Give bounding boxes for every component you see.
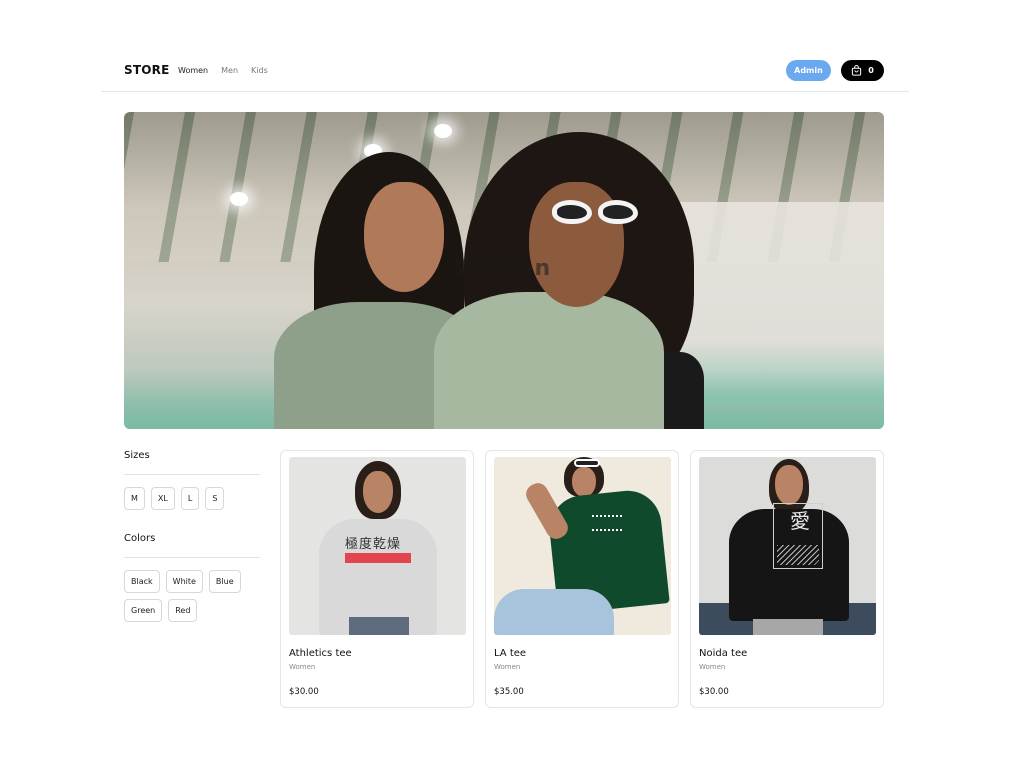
tee-print-glyph: 愛 bbox=[790, 509, 810, 533]
size-chip-l[interactable]: L bbox=[180, 487, 200, 510]
sunglasses bbox=[574, 459, 600, 467]
sunglasses bbox=[552, 200, 640, 226]
tee-print-stripe bbox=[345, 553, 411, 563]
product-name: Athletics tee bbox=[289, 648, 352, 659]
colors-heading: Colors bbox=[124, 533, 156, 544]
product-name: Noida tee bbox=[699, 648, 748, 659]
color-options: Black White Blue Green Red bbox=[124, 570, 260, 622]
model-face bbox=[363, 471, 393, 513]
cart-count: 0 bbox=[868, 66, 874, 75]
model-face bbox=[572, 467, 596, 497]
brand-logo[interactable]: STORE bbox=[124, 63, 169, 77]
product-image[interactable] bbox=[494, 457, 671, 635]
nav-link-men[interactable]: Men bbox=[221, 66, 238, 75]
divider bbox=[124, 557, 260, 558]
product-category: Women bbox=[494, 663, 521, 671]
category-nav: Women Men Kids bbox=[178, 66, 281, 75]
nav-link-kids[interactable]: Kids bbox=[251, 66, 268, 75]
color-chip-green[interactable]: Green bbox=[124, 599, 163, 622]
admin-button[interactable]: Admin bbox=[786, 60, 831, 81]
model-pants bbox=[753, 619, 823, 635]
color-chip-red[interactable]: Red bbox=[168, 599, 198, 622]
sizes-heading: Sizes bbox=[124, 450, 150, 461]
hero-banner: Women bbox=[124, 112, 884, 429]
size-chip-m[interactable]: M bbox=[124, 487, 145, 510]
model-jeans bbox=[349, 617, 409, 635]
divider bbox=[124, 474, 260, 475]
product-price: $30.00 bbox=[289, 687, 319, 697]
ceiling-light bbox=[434, 124, 452, 138]
nav-link-women[interactable]: Women bbox=[178, 66, 208, 75]
color-chip-white[interactable]: White bbox=[165, 570, 203, 593]
model-face bbox=[775, 465, 803, 505]
size-options: M XL L S bbox=[124, 487, 260, 510]
product-card[interactable]: 極度乾燥 Athletics tee Women $30.00 bbox=[280, 450, 474, 708]
product-image[interactable]: 愛 bbox=[699, 457, 876, 635]
shopping-bag-icon bbox=[852, 65, 862, 76]
product-category: Women bbox=[699, 663, 726, 671]
tee-print bbox=[592, 515, 622, 531]
top-navbar: STORE Women Men Kids Admin 0 bbox=[101, 50, 909, 92]
size-chip-xl[interactable]: XL bbox=[150, 487, 175, 510]
color-chip-black[interactable]: Black bbox=[124, 570, 160, 593]
product-image[interactable]: 極度乾燥 bbox=[289, 457, 466, 635]
cart-button[interactable]: 0 bbox=[841, 60, 884, 81]
tee-print-text: 極度乾燥 bbox=[345, 537, 402, 552]
product-category: Women bbox=[289, 663, 316, 671]
product-card[interactable]: 愛 Noida tee Women $30.00 bbox=[690, 450, 884, 708]
hero-title: Women bbox=[454, 256, 552, 281]
product-price: $35.00 bbox=[494, 687, 524, 697]
product-name: LA tee bbox=[494, 648, 527, 659]
product-card[interactable]: LA tee Women $35.00 bbox=[485, 450, 679, 708]
filter-sidebar: Sizes M XL L S Colors Black White Blue G… bbox=[124, 450, 260, 622]
model-jeans bbox=[494, 589, 614, 635]
ceiling-light bbox=[230, 192, 248, 206]
size-chip-s[interactable]: S bbox=[205, 487, 225, 510]
product-grid: 極度乾燥 Athletics tee Women $30.00 LA tee W… bbox=[280, 450, 884, 708]
color-chip-blue[interactable]: Blue bbox=[208, 570, 241, 593]
model-face bbox=[364, 182, 444, 292]
product-price: $30.00 bbox=[699, 687, 729, 697]
colors-filter: Colors Black White Blue Green Red bbox=[124, 533, 260, 622]
tee-print-wave bbox=[777, 545, 819, 565]
model-sweatshirt bbox=[434, 292, 664, 429]
